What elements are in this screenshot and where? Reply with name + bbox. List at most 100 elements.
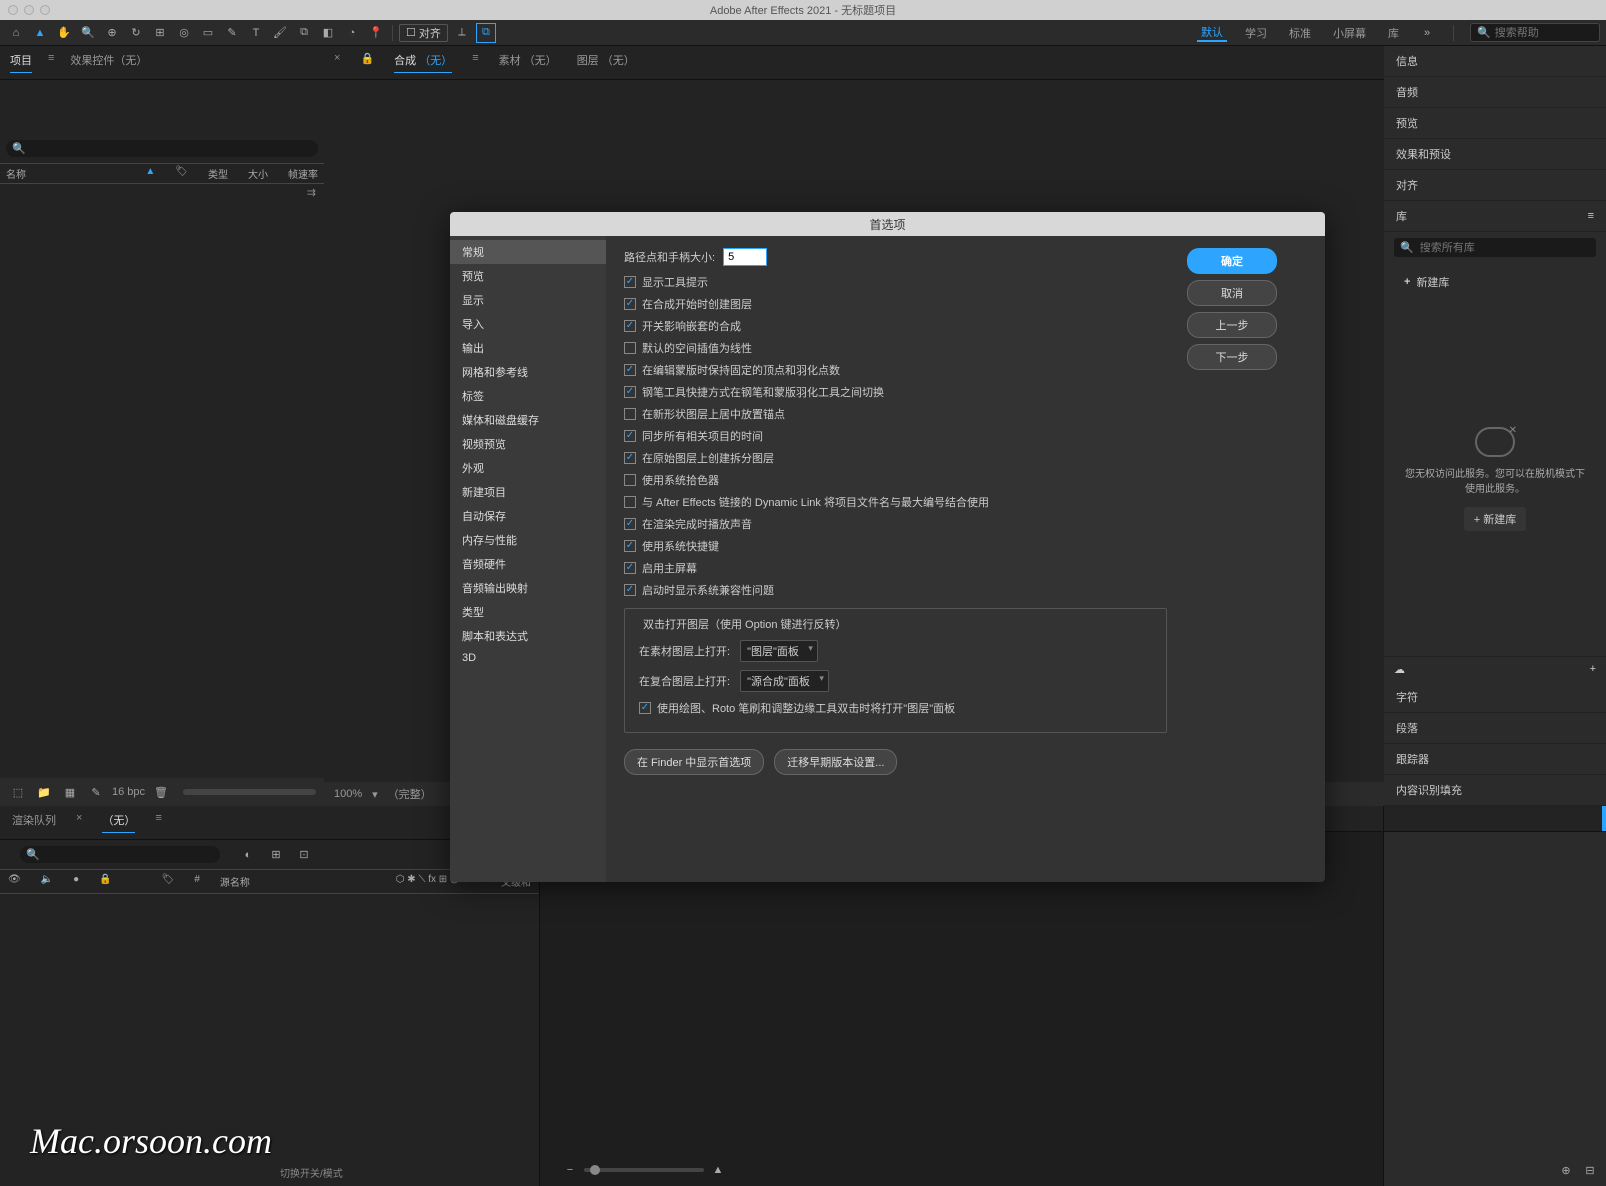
prefs-checkbox-12[interactable] (624, 540, 636, 552)
new-library-button[interactable]: + 新建库 (1396, 271, 1594, 293)
panel-preview[interactable]: 预览 (1384, 108, 1606, 139)
tab-timeline-none[interactable]: （无） (102, 812, 135, 833)
selection-tool-icon[interactable]: ▲ (30, 23, 50, 43)
hand-tool-icon[interactable]: ✋ (54, 23, 74, 43)
tag-icon[interactable]: 🏷 (162, 874, 175, 889)
tab-close-icon[interactable]: × (334, 52, 340, 73)
prefs-cat-3d[interactable]: 3D (450, 648, 606, 668)
tab-effect-controls[interactable]: 效果控件（无） (70, 52, 147, 73)
panel-tracker[interactable]: 跟踪器 (1384, 744, 1606, 775)
workspace-tab-lib[interactable]: 库 (1384, 25, 1403, 41)
brush-tool-icon[interactable]: 🖌 (270, 23, 290, 43)
prefs-checkbox-8[interactable] (624, 452, 636, 464)
res-status[interactable]: （完整） (388, 786, 432, 802)
zoom-slider[interactable] (584, 1168, 704, 1172)
prev-button[interactable]: 上一步 (1187, 312, 1277, 338)
rotate-tool-icon[interactable]: ↻ (126, 23, 146, 43)
interpret-icon[interactable]: ⬚ (8, 782, 28, 802)
panel-character[interactable]: 字符 (1384, 682, 1606, 713)
col-source[interactable]: 源名称 (220, 874, 376, 889)
panel-info[interactable]: 信息 (1384, 46, 1606, 77)
library-search-input[interactable] (1420, 242, 1590, 254)
tl-icon-1[interactable]: ◐ (238, 845, 258, 865)
footage-open-select[interactable]: "图层"面板 (740, 640, 818, 662)
prefs-checkbox-2[interactable] (624, 320, 636, 332)
anchor-tool-icon[interactable]: ◎ (174, 23, 194, 43)
comp-icon[interactable]: ▦ (60, 782, 80, 802)
prefs-cat-general[interactable]: 常规 (450, 240, 606, 264)
close-window-button[interactable] (8, 5, 18, 15)
timeline-search-input[interactable] (40, 849, 214, 861)
toggle-switches[interactable]: 切换开关/模式 (280, 1165, 343, 1180)
panel-menu-icon[interactable]: ≡ (472, 52, 478, 73)
tab-layer[interactable]: 图层 （无） (577, 52, 635, 73)
prefs-checkbox-9[interactable] (624, 474, 636, 486)
help-search[interactable]: 🔍 (1470, 23, 1600, 42)
trash-icon[interactable]: 🗑 (151, 782, 171, 802)
solo-icon[interactable]: ● (73, 874, 79, 889)
col-tag-icon[interactable]: 🏷 (175, 166, 188, 181)
migrate-button[interactable]: 迁移早期版本设置... (774, 749, 897, 775)
next-button[interactable]: 下一步 (1187, 344, 1277, 370)
prefs-cat-preview[interactable]: 预览 (450, 264, 606, 288)
col-size[interactable]: 大小 (248, 166, 268, 181)
prefs-cat-video[interactable]: 视频预览 (450, 432, 606, 456)
zoom-in-icon[interactable]: ▲ (708, 1160, 728, 1180)
panel-paragraph[interactable]: 段落 (1384, 713, 1606, 744)
prefs-cat-appearance[interactable]: 外观 (450, 456, 606, 480)
workspace-tab-learn[interactable]: 学习 (1241, 25, 1271, 41)
paint-dblclick-checkbox[interactable] (639, 702, 651, 714)
folder-icon[interactable]: 📁 (34, 782, 54, 802)
shape-tool-icon[interactable]: ▭ (198, 23, 218, 43)
prefs-cat-newproj[interactable]: 新建项目 (450, 480, 606, 504)
eye-icon[interactable]: 👁 (8, 874, 21, 889)
prefs-cat-autosave[interactable]: 自动保存 (450, 504, 606, 528)
type-tool-icon[interactable]: T (246, 23, 266, 43)
new-library-button-2[interactable]: + 新建库 (1464, 507, 1526, 531)
tl-icon-2[interactable]: ⊞ (266, 845, 286, 865)
prefs-cat-type[interactable]: 类型 (450, 600, 606, 624)
project-search[interactable]: 🔍 (6, 140, 318, 157)
project-bin[interactable] (0, 201, 324, 778)
prefs-cat-memory[interactable]: 内存与性能 (450, 528, 606, 552)
prefs-cat-audiohw[interactable]: 音频硬件 (450, 552, 606, 576)
bpc-label[interactable]: 16 bpc (112, 786, 145, 798)
tl-opt2-icon[interactable]: ⊟ (1580, 1160, 1600, 1180)
snap-opt2-icon[interactable]: ⧉ (476, 23, 496, 43)
orbit-tool-icon[interactable]: ⊕ (102, 23, 122, 43)
panel-menu-icon[interactable]: ≡ (48, 52, 54, 73)
prefs-checkbox-4[interactable] (624, 364, 636, 376)
prefs-checkbox-14[interactable] (624, 584, 636, 596)
show-in-finder-button[interactable]: 在 Finder 中显示首选项 (624, 749, 764, 775)
panel-menu-icon[interactable]: ≡ (1588, 210, 1594, 222)
col-type[interactable]: 类型 (208, 166, 228, 181)
chevron-down-icon[interactable]: ▾ (372, 788, 378, 801)
tl-opt1-icon[interactable]: ⊕ (1556, 1160, 1576, 1180)
clone-tool-icon[interactable]: ⧉ (294, 23, 314, 43)
tab-composition[interactable]: 合成 （无） (394, 52, 452, 73)
library-search[interactable]: 🔍 (1394, 238, 1596, 257)
prefs-checkbox-10[interactable] (624, 496, 636, 508)
camera-tool-icon[interactable]: ⊞ (150, 23, 170, 43)
prefs-checkbox-6[interactable] (624, 408, 636, 420)
tab-project[interactable]: 项目 (10, 52, 32, 73)
puppet-tool-icon[interactable]: 📍 (366, 23, 386, 43)
zoom-tool-icon[interactable]: 🔍 (78, 23, 98, 43)
prefs-cat-output[interactable]: 输出 (450, 336, 606, 360)
roto-tool-icon[interactable]: ◔ (342, 23, 362, 43)
prefs-checkbox-11[interactable] (624, 518, 636, 530)
tab-lock-icon[interactable]: 🔒 (360, 52, 374, 73)
panel-library[interactable]: 库≡ (1384, 201, 1606, 232)
zoom-out-icon[interactable]: − (560, 1160, 580, 1180)
prefs-cat-media[interactable]: 媒体和磁盘缓存 (450, 408, 606, 432)
prefs-checkbox-0[interactable] (624, 276, 636, 288)
prefs-checkbox-1[interactable] (624, 298, 636, 310)
add-icon[interactable]: + (1590, 663, 1596, 676)
adjust-icon[interactable]: ✎ (86, 782, 106, 802)
prefs-cat-labels[interactable]: 标签 (450, 384, 606, 408)
prefs-checkbox-5[interactable] (624, 386, 636, 398)
cancel-button[interactable]: 取消 (1187, 280, 1277, 306)
prefs-checkbox-13[interactable] (624, 562, 636, 574)
lock-icon[interactable]: 🔒 (99, 874, 111, 889)
workspace-tab-default[interactable]: 默认 (1197, 24, 1227, 42)
